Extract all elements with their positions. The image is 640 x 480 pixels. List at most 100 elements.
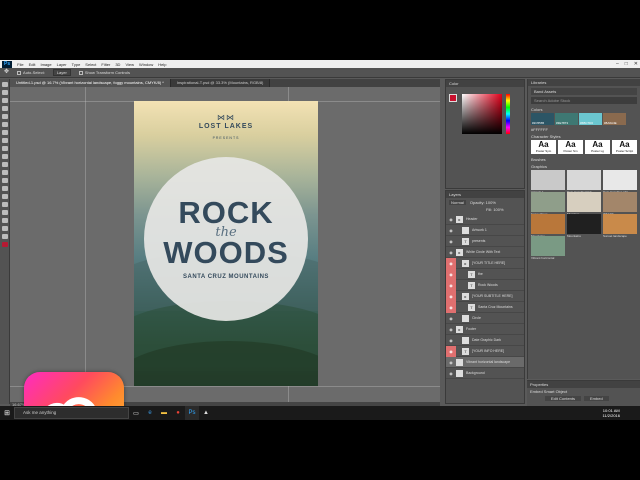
properties-title[interactable]: Properties [527,381,640,388]
embed-button[interactable]: Embed [584,396,609,401]
menu-select[interactable]: Select [85,62,96,67]
maximize-icon[interactable]: □ [625,60,628,68]
lasso-tool-icon[interactable] [2,98,8,103]
auto-select-checkbox[interactable]: Auto-Select: [17,70,45,75]
layer-row[interactable]: ◉ ▸ White Circle With Text [446,247,524,258]
layer-row[interactable]: ◉ Artwork 1 [446,225,524,236]
graphic-asset[interactable]: Date Graphic Light [603,170,637,194]
menu-type[interactable]: Type [72,62,81,67]
menu-edit[interactable]: Edit [29,62,36,67]
edge-icon[interactable]: e [143,406,157,420]
char-style[interactable]: Aa Poster Sm [558,140,583,154]
fill-field[interactable]: Fill: 100% [446,207,524,214]
visibility-eye-icon[interactable]: ◉ [446,268,456,280]
char-style[interactable]: Aa Poster Lg [585,140,610,154]
graphic-asset[interactable]: Date Graphic Dark [567,170,601,194]
graphic-asset[interactable]: Migration [567,192,601,216]
foreground-color-swatch[interactable] [2,242,8,247]
layer-row[interactable]: ◉ Vibrant horizontal landscape [446,357,524,368]
visibility-eye-icon[interactable]: ◉ [446,335,456,346]
graphic-asset[interactable]: Mountains [567,214,601,238]
stock-search-input[interactable]: Search Adobe Stock [531,97,637,104]
visibility-eye-icon[interactable]: ◉ [446,324,456,335]
graphic-asset[interactable]: Vibrant horizontal [531,236,565,260]
menu-file[interactable]: File [17,62,23,67]
visibility-eye-icon[interactable]: ◉ [446,257,456,269]
character-styles-label[interactable]: Character Styles [528,133,640,140]
history-brush-tool-icon[interactable] [2,154,8,159]
layer-row[interactable]: ◉ Tthe [446,268,524,280]
close-icon[interactable]: ✕ [634,60,638,68]
healing-tool-icon[interactable] [2,130,8,135]
clone-stamp-tool-icon[interactable] [2,146,8,151]
visibility-eye-icon[interactable]: ◉ [446,247,456,258]
layer-row[interactable]: ◉ Background [446,368,524,379]
minimize-icon[interactable]: – [616,60,619,68]
show-transform-checkbox[interactable]: Show Transform Controls [78,70,130,75]
graphic-asset[interactable]: Artwork 1 [531,170,565,194]
hand-tool-icon[interactable] [2,226,8,231]
blend-mode-dropdown[interactable]: Normal [449,200,466,205]
menu-window[interactable]: Window [139,62,153,67]
visibility-eye-icon[interactable]: ◉ [446,236,456,247]
colors-section-label[interactable]: Colors [528,106,640,113]
char-style[interactable]: Aa Poster Script [612,140,637,154]
move-tool-icon[interactable]: ✥ [4,69,9,75]
color-swatch[interactable]: #6BC7D0 [579,113,602,125]
move-tool-icon[interactable] [2,82,8,87]
layer-row[interactable]: ◉ Tpresents [446,236,524,247]
cortana-search-input[interactable]: Ask me anything [14,407,129,419]
gradient-tool-icon[interactable] [2,170,8,175]
color-swatch[interactable]: #8A6A4E [603,113,626,125]
type-tool-icon[interactable] [2,202,8,207]
color-swatch[interactable]: #2C5565 [531,113,554,125]
visibility-eye-icon[interactable]: ◉ [446,279,456,291]
dodge-tool-icon[interactable] [2,186,8,191]
zoom-tool-icon[interactable] [2,234,8,239]
photoshop-taskbar-icon[interactable]: Ps [185,406,199,420]
graphic-asset[interactable]: Foggy Trees [531,192,565,216]
layer-row[interactable]: ◉ ▸ [YOUR SUBTITLE HERE] [446,290,524,302]
menu-help[interactable]: Help [158,62,166,67]
layer-row[interactable]: ◉ T [YOUR INFO HERE] [446,345,524,357]
color-panel-title[interactable]: Color [446,80,524,87]
menu-layer[interactable]: Layer [57,62,67,67]
brushes-label[interactable]: Brushes [528,156,640,163]
visibility-eye-icon[interactable]: ◉ [446,225,456,236]
library-selector[interactable]: Band Assets [531,88,637,95]
pen-tool-icon[interactable] [2,194,8,199]
char-style[interactable]: Aa Poster Sym [531,140,556,154]
visibility-eye-icon[interactable]: ◉ [446,313,456,324]
hue-slider[interactable] [506,94,510,134]
tab-untitled[interactable]: Untitled-1.psd @ 16.7% (Vibrant horizont… [10,79,171,87]
eraser-tool-icon[interactable] [2,162,8,167]
chrome-icon[interactable]: ● [171,406,185,420]
visibility-eye-icon[interactable]: ◉ [446,214,456,225]
color-swatch[interactable]: #3E7873 [555,113,578,125]
layer-row[interactable]: ◉ Circle [446,313,524,324]
eyedropper-tool-icon[interactable] [2,122,8,127]
windows-start-icon[interactable]: ⊞ [0,406,14,420]
visibility-eye-icon[interactable]: ◉ [446,301,456,313]
menu-image[interactable]: Image [40,62,51,67]
brush-tool-icon[interactable] [2,138,8,143]
layer-row[interactable]: ◉ Date Graphic Dark [446,335,524,346]
libraries-panel-title[interactable]: Libraries [528,79,640,86]
layer-row[interactable]: ◉ T Rock Woods [446,279,524,291]
graphic-asset[interactable]: Wild Elk [603,192,637,216]
menu-filter[interactable]: Filter [101,62,110,67]
file-explorer-icon[interactable]: ▬ [157,406,171,420]
visibility-eye-icon[interactable]: ◉ [446,368,456,379]
tab-inspirational[interactable]: Inspirational-T.psd @ 33.3% (Mountains, … [170,79,271,87]
layers-panel-title[interactable]: Layers [446,191,524,198]
task-view-icon[interactable]: ▭ [129,406,143,420]
shape-tool-icon[interactable] [2,218,8,223]
graphics-label[interactable]: Graphics [528,163,640,170]
opacity-field[interactable]: Opacity: 100% [470,200,496,205]
menu-3d[interactable]: 3D [115,62,120,67]
auto-select-dropdown[interactable]: Layer [52,69,71,76]
poster-artboard[interactable]: ⋈⋈ LOST LAKES PRESENTS ROCK the WOODS SA… [134,101,318,386]
menu-view[interactable]: View [125,62,134,67]
visibility-eye-icon[interactable]: ◉ [446,357,456,368]
foreground-color-swatch[interactable] [449,94,457,102]
